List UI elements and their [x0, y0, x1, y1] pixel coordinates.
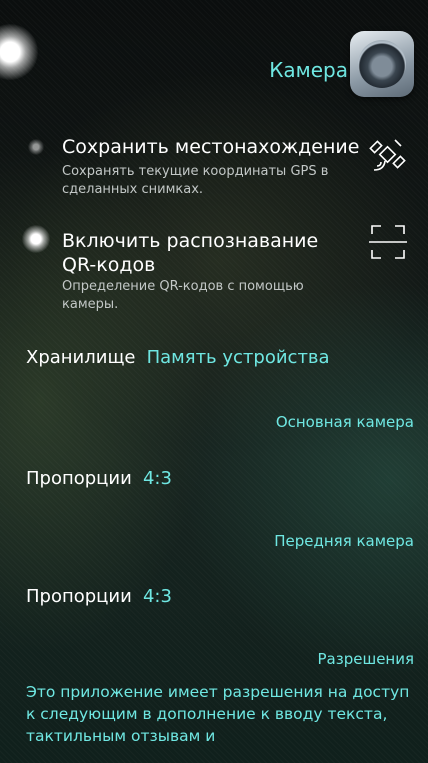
page-title: Камера [269, 58, 348, 82]
background-texture [0, 0, 428, 763]
toggle-indicator-on[interactable] [22, 225, 50, 253]
qr-scan-icon [369, 225, 407, 259]
setting-subtitle: Сохранять текущие координаты GPS в сдела… [62, 164, 329, 197]
section-main-camera: Основная камера [275, 413, 414, 431]
setting-subtitle: Определение QR-кодов с помощью камеры. [62, 279, 304, 312]
section-front-camera: Передняя камера [274, 532, 414, 550]
setting-qr-detection[interactable]: Включить распознавание QR-кодов Определе… [0, 218, 428, 328]
aspect-value: 4:3 [142, 586, 172, 607]
permissions-text: Это приложение имеет разрешения на досту… [26, 683, 410, 745]
setting-save-location[interactable]: Сохранить местонахождение Сохранять теку… [0, 128, 428, 200]
setting-title: Сохранить местонахождение [62, 136, 360, 158]
storage-value: Память устройства [146, 347, 330, 368]
aspect-label: Пропорции [26, 586, 132, 607]
setting-title: Включить распознавание QR-кодов [62, 230, 319, 276]
toggle-indicator-off[interactable] [28, 139, 44, 155]
main-camera-aspect-row[interactable]: Пропорции 4:3 [26, 468, 326, 496]
front-camera-aspect-row[interactable]: Пропорции 4:3 [26, 586, 326, 614]
camera-lens-icon [350, 31, 414, 97]
corner-glow [0, 24, 38, 80]
aspect-value: 4:3 [142, 468, 172, 489]
satellite-icon [369, 139, 406, 171]
storage-row[interactable]: Хранилище Память устройства [26, 347, 406, 375]
section-permissions: Разрешения [317, 650, 415, 668]
storage-label: Хранилище [26, 347, 136, 368]
aspect-label: Пропорции [26, 468, 132, 489]
